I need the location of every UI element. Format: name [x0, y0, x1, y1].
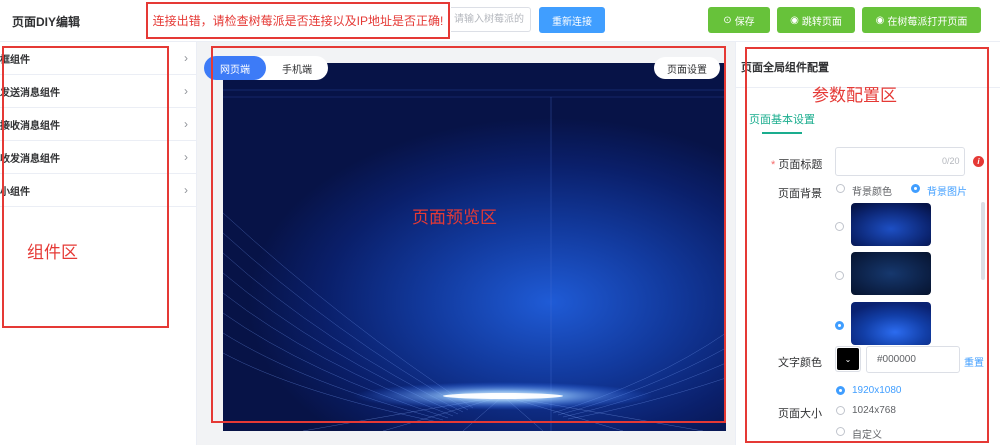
- eye-icon: ◉: [790, 14, 799, 26]
- config-zone-label: 参数配置区: [812, 86, 897, 105]
- right-panel-divider: [735, 42, 736, 445]
- component-zone-label: 组件区: [27, 243, 78, 262]
- config-zone-frame: [745, 47, 989, 443]
- component-zone-frame: [2, 46, 169, 328]
- connection-error-alert: 连接出错，请检查树莓派是否连接以及IP地址是否正确!: [146, 2, 450, 39]
- chevron-right-icon: ›: [184, 51, 188, 65]
- reconnect-button[interactable]: 重新连接: [539, 7, 605, 33]
- jump-page-label: 跳转页面: [801, 16, 842, 28]
- chevron-right-icon: ›: [184, 117, 188, 131]
- eye-icon: ◉: [875, 14, 885, 26]
- jump-page-button[interactable]: ◉ 跳转页面: [777, 7, 855, 33]
- open-on-pi-button[interactable]: ◉ 在树莓派打开页面: [862, 7, 981, 33]
- chevron-right-icon: ›: [184, 150, 188, 164]
- alert-text: 连接出错，请检查树莓派是否连接以及IP地址是否正确!: [152, 14, 444, 28]
- reconnect-label: 重新连接: [552, 16, 592, 28]
- preview-zone-frame: [211, 46, 726, 423]
- save-label: 保存: [734, 16, 755, 28]
- chevron-right-icon: ›: [184, 183, 188, 197]
- open-on-pi-label: 在树莓派打开页面: [887, 16, 968, 28]
- check-circle-icon: ⊙: [723, 14, 732, 26]
- preview-zone-label: 页面预览区: [412, 208, 497, 227]
- ip-address-input[interactable]: 请输入树莓派的: [451, 7, 531, 32]
- chevron-right-icon: ›: [184, 84, 188, 98]
- save-button[interactable]: ⊙ 保存: [708, 7, 770, 33]
- app-title: 页面DIY编辑: [12, 15, 81, 29]
